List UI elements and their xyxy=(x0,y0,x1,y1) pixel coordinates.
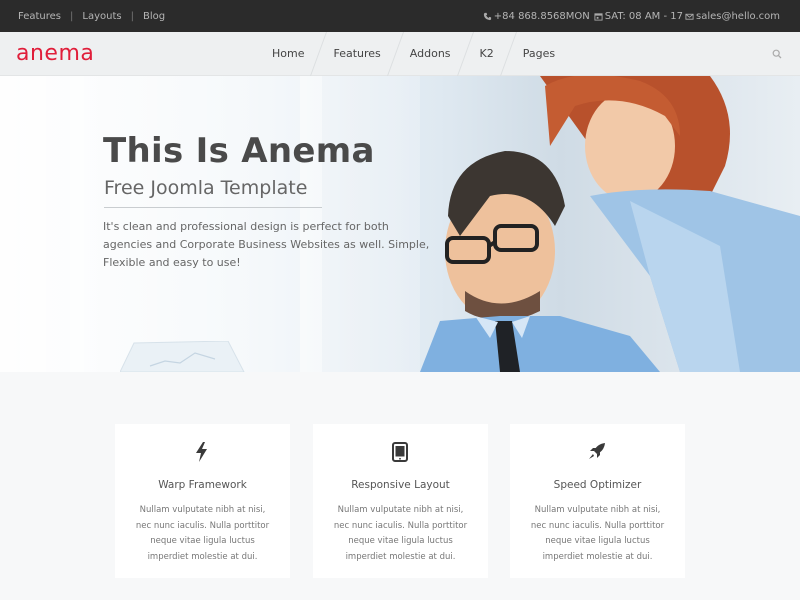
laptop-graphic xyxy=(120,341,245,372)
top-link-blog[interactable]: Blog xyxy=(143,11,165,22)
feature-card: Responsive Layout Nullam vulputate nibh … xyxy=(313,424,488,578)
hero-photo xyxy=(420,76,800,372)
divider: | xyxy=(70,11,74,22)
envelope-icon xyxy=(685,13,694,20)
feature-text: Nullam vulputate nibh at nisi, nec nunc … xyxy=(530,505,665,562)
features-section: Warp Framework Nullam vulputate nibh at … xyxy=(0,372,800,600)
feature-card: Speed Optimizer Nullam vulputate nibh at… xyxy=(510,424,685,578)
bolt-icon xyxy=(196,442,207,462)
rocket-icon xyxy=(589,443,605,459)
feature-title: Responsive Layout xyxy=(351,479,450,491)
logo[interactable]: anema xyxy=(16,41,94,66)
divider: | xyxy=(130,11,134,22)
menu-item-pages[interactable]: Pages xyxy=(509,32,569,76)
contact-info: +84 868.8568MON SAT: 08 AM - 17 sales@he… xyxy=(483,11,780,22)
top-links: Features | Layouts | Blog xyxy=(18,11,165,22)
top-bar: Features | Layouts | Blog +84 868.8568MO… xyxy=(0,0,800,32)
hero-divider xyxy=(104,207,322,208)
hours-text: SAT: 08 AM - 17 xyxy=(604,11,683,22)
feature-card: Warp Framework Nullam vulputate nibh at … xyxy=(115,424,290,578)
top-link-features[interactable]: Features xyxy=(18,11,61,22)
hero-description: It's clean and professional design is pe… xyxy=(103,220,430,269)
feature-title: Warp Framework xyxy=(158,479,247,491)
feature-text: Nullam vulputate nibh at nisi, nec nunc … xyxy=(333,505,468,562)
feature-title: Speed Optimizer xyxy=(553,479,642,491)
search-icon[interactable] xyxy=(772,49,782,59)
email-info[interactable]: sales@hello.com xyxy=(685,11,780,22)
menu-item-features[interactable]: Features xyxy=(319,32,394,76)
menu-item-home[interactable]: Home xyxy=(258,32,318,76)
phone-info: +84 868.8568MON xyxy=(483,11,590,22)
tablet-icon xyxy=(392,442,408,462)
menu-item-addons[interactable]: Addons xyxy=(396,32,465,76)
email-text: sales@hello.com xyxy=(695,11,780,22)
calendar-icon xyxy=(594,13,603,21)
phone-text: +84 868.8568MON xyxy=(493,11,590,22)
feature-text: Nullam vulputate nibh at nisi, nec nunc … xyxy=(135,505,270,562)
hero-banner: This Is Anema Free Joomla Template It's … xyxy=(0,76,800,372)
main-navbar: anema Home Features Addons K2 Pages xyxy=(0,32,800,76)
hero-title: This Is Anema xyxy=(103,131,375,171)
phone-icon xyxy=(483,12,491,21)
hours-info: SAT: 08 AM - 17 xyxy=(594,11,683,22)
top-link-layouts[interactable]: Layouts xyxy=(82,11,121,22)
main-menu: Home Features Addons K2 Pages xyxy=(258,32,569,76)
hero-subtitle: Free Joomla Template xyxy=(104,177,308,199)
